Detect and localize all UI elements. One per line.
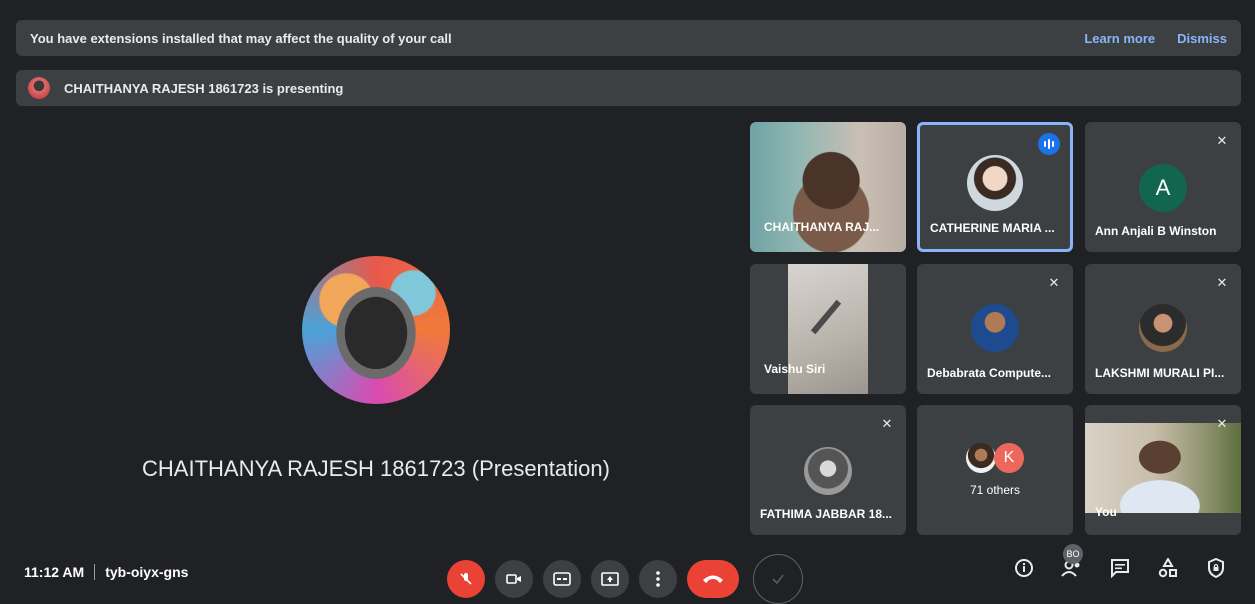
mic-off-icon: ✕ [1216,275,1228,290]
self-video [1085,423,1241,513]
others-tile[interactable]: K 71 others [917,405,1073,535]
divider [94,564,96,580]
participant-avatar [967,155,1023,211]
participant-tile[interactable]: Vaishu Siri [750,264,906,394]
side-panel-controls: BO [1011,544,1229,584]
participant-name: CATHERINE MARIA ... [930,221,1055,235]
participant-avatar [966,443,996,473]
captions-button[interactable] [543,560,581,598]
captions-icon [553,572,571,586]
clock-time: 11:12 AM [24,564,85,580]
presenting-banner: CHAITHANYA RAJESH 1861723 is presenting [16,70,1241,106]
presenter-large-avatar [302,256,450,404]
call-controls [447,554,803,604]
people-button[interactable]: BO [1059,544,1085,584]
meeting-details: 11:12 AM tyb-oiyx-gns [24,564,188,580]
participant-name: You [1095,505,1117,519]
self-tile[interactable]: ✕ You [1085,405,1241,535]
mic-off-icon: ✕ [1216,133,1228,148]
participant-name: Vaishu Siri [764,362,826,376]
mic-off-icon: ✕ [881,416,893,431]
meeting-code: tyb-oiyx-gns [105,564,189,580]
participant-name: CHAITHANYA RAJ... [764,220,880,234]
participant-tile[interactable]: CHAITHANYA RAJ... [750,122,906,252]
info-icon [1015,559,1033,577]
shield-lock-icon [1208,557,1224,579]
participant-tile[interactable]: ✕ LAKSHMI MURALI PI... [1085,264,1241,394]
participant-name: LAKSHMI MURALI PI... [1095,366,1225,380]
people-badge: BO [1063,544,1083,564]
main-presentation-tile[interactable]: CHAITHANYA RAJESH 1861723 (Presentation) [16,122,736,540]
letter-avatar: A [1139,164,1187,212]
mic-off-button[interactable] [447,560,485,598]
participant-avatar [1139,304,1187,352]
bottom-toolbar: 11:12 AM tyb-oiyx-gns BO [0,544,1255,604]
chat-button[interactable] [1107,558,1133,584]
more-options-button[interactable] [639,560,677,598]
participant-name: Ann Anjali B Winston [1095,224,1217,238]
participant-name: FATHIMA JABBAR 18... [760,507,893,521]
activities-shapes-icon [1158,556,1177,578]
activities-button[interactable] [1155,556,1181,584]
participant-tile[interactable]: ✕ Debabrata Compute... [917,264,1073,394]
participant-avatar [804,447,852,495]
more-vert-icon [656,571,660,587]
presenting-text: CHAITHANYA RAJESH 1861723 is presenting [64,80,344,96]
participant-name: Debabrata Compute... [927,366,1052,380]
participant-tile[interactable]: ✕ FATHIMA JABBAR 18... [750,405,906,535]
leave-call-button[interactable] [687,560,739,598]
others-avatar-group: K [966,443,1024,473]
mic-off-icon: ✕ [1048,275,1060,290]
extension-warning-text: You have extensions installed that may a… [30,30,452,46]
checkmark-icon [772,574,784,585]
camera-button[interactable] [495,560,533,598]
presenter-avatar [28,77,50,99]
letter-avatar: K [994,443,1024,473]
others-count: 71 others [969,483,1021,497]
mic-off-icon: ✕ [1216,416,1228,431]
participant-avatar [971,304,1019,352]
present-button[interactable] [591,560,629,598]
host-controls-button[interactable] [1203,557,1229,584]
meeting-details-button[interactable] [1011,558,1037,584]
raise-hand-button[interactable] [753,554,803,604]
participant-tile[interactable]: ✕ A Ann Anjali B Winston [1085,122,1241,252]
speaking-indicator-icon [1038,133,1060,155]
participant-tile-active-speaker[interactable]: CATHERINE MARIA ... [917,122,1073,252]
presentation-name: CHAITHANYA RAJESH 1861723 (Presentation) [142,456,610,481]
hang-up-icon [703,575,723,583]
learn-more-link[interactable]: Learn more [1084,31,1155,46]
dismiss-button[interactable]: Dismiss [1177,31,1227,46]
extension-warning-banner: You have extensions installed that may a… [16,20,1241,56]
present-screen-icon [601,572,619,586]
mic-off-icon [460,573,472,585]
chat-icon [1111,559,1129,579]
camera-icon [506,574,521,584]
